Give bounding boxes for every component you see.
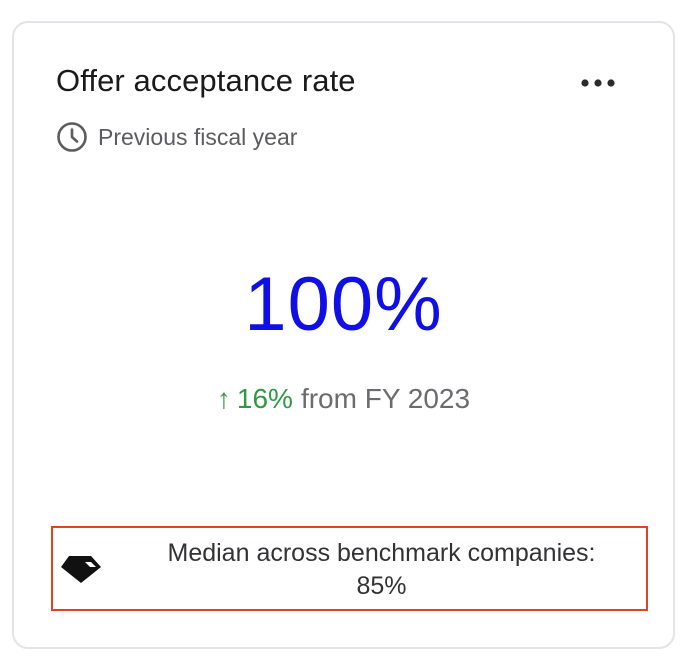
card-title: Offer acceptance rate xyxy=(56,63,356,98)
benchmark-callout: Median across benchmark companies: 85% xyxy=(51,526,648,611)
benchmark-value: 85% xyxy=(356,572,407,600)
more-options-button[interactable] xyxy=(576,69,620,97)
change-comparison-label: from FY 2023 xyxy=(300,383,471,414)
more-horizontal-icon xyxy=(581,79,615,87)
arrow-up-icon: ↑ xyxy=(216,383,231,414)
change-indicator: ↑ 16% from FY 2023 xyxy=(14,383,673,415)
clock-icon xyxy=(57,122,87,152)
change-value: 16% xyxy=(236,383,293,414)
period-row: Previous fiscal year xyxy=(56,121,297,153)
benchmark-text: Median across benchmark companies: 85% xyxy=(117,537,646,603)
period-label: Previous fiscal year xyxy=(98,123,298,150)
offer-acceptance-card: Offer acceptance rate Previous fiscal ye… xyxy=(12,21,675,649)
benchmark-label: Median across benchmark companies: xyxy=(167,539,596,567)
gem-icon xyxy=(61,556,101,583)
metric-value: 100% xyxy=(244,262,443,347)
